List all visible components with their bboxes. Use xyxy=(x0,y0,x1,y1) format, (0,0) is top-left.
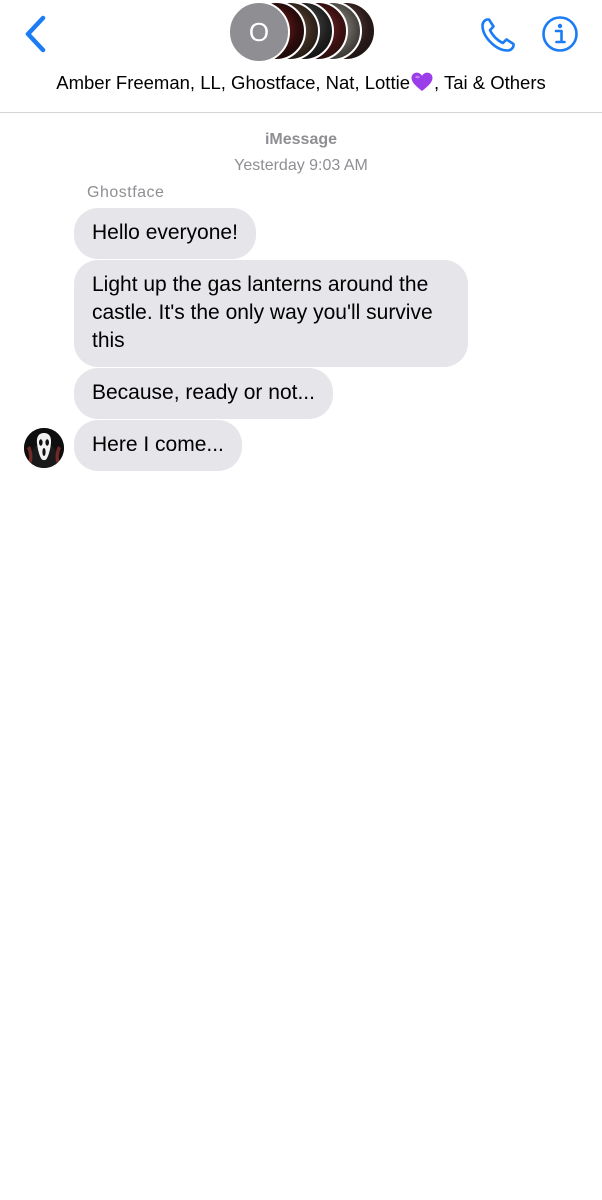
call-button[interactable] xyxy=(478,15,518,55)
conversation-header: O Amber Freeman, LL, Ghostface, Nat, Lot… xyxy=(0,0,602,113)
message-bubble[interactable]: Light up the gas lanterns around the cas… xyxy=(74,260,468,367)
info-button[interactable] xyxy=(541,15,579,53)
group-member-names[interactable]: Amber Freeman, LL, Ghostface, Nat, Lotti… xyxy=(0,72,602,94)
sender-avatar[interactable] xyxy=(24,428,64,468)
message-timestamp: Yesterday 9:03 AM xyxy=(234,157,368,174)
ghostface-mask-icon xyxy=(24,428,64,468)
message-bubble[interactable]: Because, ready or not... xyxy=(74,368,333,419)
group-names-text: , Tai & Others xyxy=(434,72,546,93)
back-button[interactable] xyxy=(18,12,54,56)
chevron-left-icon xyxy=(25,15,46,53)
message-bubble[interactable]: Here I come... xyxy=(74,420,242,471)
avatar-initial: O xyxy=(228,1,290,63)
sender-name: Ghostface xyxy=(87,184,165,201)
group-avatar-stack[interactable]: O xyxy=(228,1,378,63)
purple-heart-icon xyxy=(411,72,433,91)
service-label: iMessage xyxy=(264,131,338,148)
phone-icon xyxy=(481,18,515,52)
group-names-text: Amber Freeman, LL, Ghostface, Nat, Lotti… xyxy=(56,72,410,93)
message-bubble[interactable]: Hello everyone! xyxy=(74,208,256,259)
info-icon xyxy=(542,16,578,52)
